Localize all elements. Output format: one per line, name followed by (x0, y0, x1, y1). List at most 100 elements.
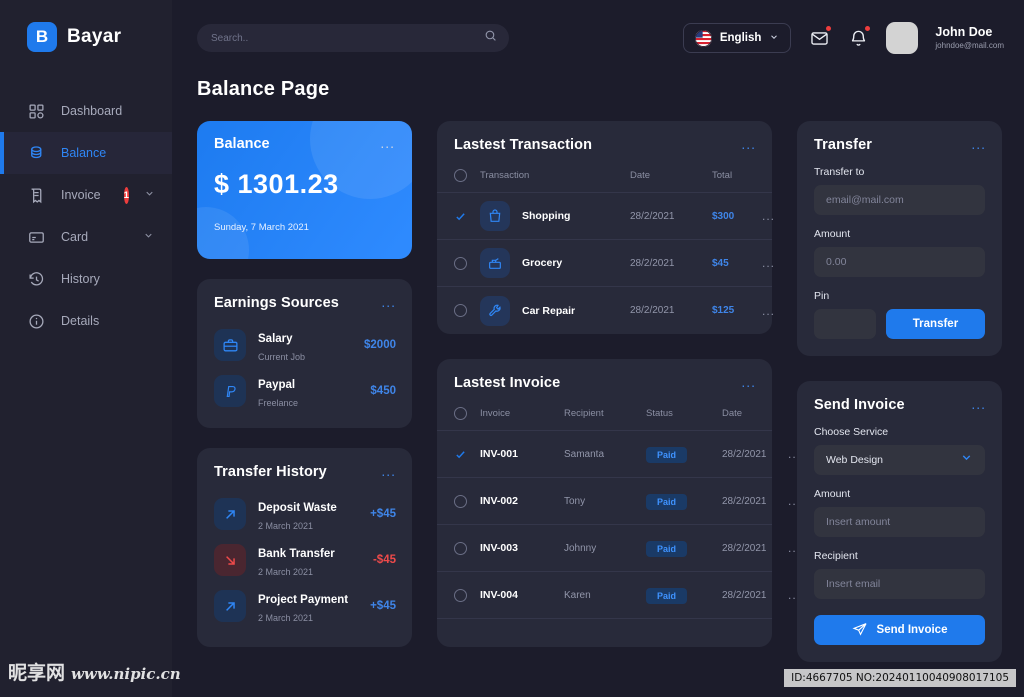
balance-card-title: Balance (214, 136, 270, 152)
balance-amount: $ 1301.23 (214, 169, 339, 199)
notifications-button[interactable] (847, 26, 871, 49)
transaction-name: Car Repair (522, 304, 576, 317)
left-column: Balance ... $ 1301.23 Sunday, 7 March 20… (197, 121, 412, 647)
transaction-date: 28/2/2021 (630, 257, 675, 269)
row-menu[interactable]: ... (762, 304, 775, 318)
row-checkbox[interactable] (454, 304, 467, 317)
transactions-table: Transaction Date Total Shopping 28/2/202… (437, 159, 775, 334)
row-checkbox[interactable] (454, 494, 467, 508)
transactions-title: Lastest Transaction (454, 137, 593, 153)
latest-invoice-card: Lastest Invoice ... Invoice Recipient St… (437, 359, 800, 647)
transaction-date: 28/2/2021 (630, 305, 675, 316)
transfer-item-amount: +$45 (370, 508, 396, 520)
sidebar-item-balance[interactable]: Balance (0, 132, 172, 174)
status-badge: Paid (646, 447, 688, 463)
transfer-item-date: 2 March 2021 (258, 566, 314, 577)
transfer-item-title: Deposit Waste (258, 502, 337, 515)
transfer-to-input[interactable] (814, 185, 985, 215)
row-menu[interactable]: ... (762, 256, 775, 270)
main-content: English (172, 0, 1024, 697)
invoice-recipient: Samanta (564, 448, 605, 460)
chevron-down-icon[interactable] (143, 230, 154, 244)
row-checkbox[interactable] (454, 448, 467, 461)
column-status: Status (646, 408, 673, 419)
arrow-down-right-icon (214, 544, 246, 576)
transfer-history-card: Transfer History ... Deposit Waste 2 Mar… (197, 448, 412, 647)
sidebar-item-card[interactable]: Card (0, 216, 172, 258)
sidebar-item-dashboard[interactable]: Dashboard (0, 90, 172, 132)
transfer-amount-input[interactable] (814, 247, 985, 277)
search-input[interactable] (211, 32, 484, 44)
send-invoice-menu[interactable]: ... (971, 397, 986, 411)
chevron-down-icon[interactable] (144, 188, 155, 202)
transfer-button[interactable]: Transfer (886, 309, 985, 339)
choose-service-select[interactable] (814, 445, 985, 475)
send-invoice-button-label: Send Invoice (876, 624, 948, 636)
transaction-total: $125 (712, 305, 735, 316)
column-date: Date (722, 408, 743, 419)
earnings-menu[interactable]: ... (381, 295, 396, 309)
transfer-menu[interactable]: ... (971, 137, 986, 151)
transfer-history-menu[interactable]: ... (381, 464, 396, 478)
right-column: Transfer ... Transfer to Amount Pin Tran… (797, 121, 1002, 662)
wrench-icon (480, 295, 510, 326)
transactions-menu[interactable]: ... (741, 137, 756, 151)
balance-card-menu[interactable]: ... (380, 136, 395, 150)
transfer-to-label: Transfer to (814, 166, 865, 178)
table-row[interactable]: INV-001 Samanta Paid 28/2/2021 ... (437, 431, 800, 478)
table-row[interactable]: INV-002 Tony Paid 28/2/2021 ... (437, 478, 800, 525)
list-item[interactable]: Salary Current Job $2000 (214, 322, 396, 368)
transfer-item-title: Project Payment (258, 594, 349, 607)
earnings-item-sub: Freelance (258, 397, 299, 408)
sidebar-nav: Dashboard Balance Invoice 1 Card History… (0, 90, 172, 342)
list-item[interactable]: Deposit Waste 2 March 2021 +$45 (214, 491, 396, 537)
middle-column: Lastest Transaction ... Transaction Date… (437, 121, 800, 647)
search-icon[interactable] (484, 29, 497, 47)
table-row[interactable]: Shopping 28/2/2021 $300 ... (437, 193, 775, 240)
row-checkbox[interactable] (454, 256, 467, 270)
row-menu[interactable]: ... (762, 209, 775, 223)
transaction-name: Shopping (522, 210, 571, 222)
status-badge: Paid (646, 541, 688, 557)
sidebar-item-invoice[interactable]: Invoice 1 (0, 174, 172, 216)
send-invoice-button[interactable]: Send Invoice (814, 615, 985, 645)
info-icon (27, 312, 46, 331)
user-info[interactable]: John Doe johndoe@mail.com (935, 24, 1004, 52)
brand-name: Bayar (67, 26, 122, 47)
table-row[interactable]: Grocery 28/2/2021 $45 ... (437, 240, 775, 287)
language-selector[interactable]: English (682, 23, 792, 53)
send-icon (851, 621, 868, 640)
invoices-menu[interactable]: ... (741, 375, 756, 389)
search-box[interactable] (197, 24, 509, 52)
sidebar-item-label: History (61, 272, 100, 286)
row-checkbox[interactable] (454, 541, 467, 555)
table-row[interactable]: INV-003 Johnny Paid 28/2/2021 ... (437, 525, 800, 572)
invoice-recipient-input[interactable] (814, 569, 985, 599)
row-checkbox[interactable] (454, 588, 467, 602)
avatar[interactable] (886, 22, 919, 54)
transfer-history-title: Transfer History (214, 464, 327, 480)
select-all-checkbox[interactable] (454, 407, 467, 420)
list-item[interactable]: Paypal Freelance $450 (214, 368, 396, 414)
select-all-checkbox[interactable] (454, 169, 467, 182)
sidebar-item-details[interactable]: Details (0, 300, 172, 342)
row-checkbox[interactable] (454, 210, 467, 223)
messages-button[interactable] (808, 26, 832, 49)
invoice-amount-label: Amount (814, 488, 851, 500)
sidebar-item-history[interactable]: History (0, 258, 172, 300)
transfer-item-title: Bank Transfer (258, 548, 335, 561)
invoice-amount-input[interactable] (814, 507, 985, 537)
balance-date: Sunday, 7 March 2021 (214, 222, 309, 233)
earnings-sources-card: Earnings Sources ... Salary Current Job … (197, 279, 412, 428)
list-item[interactable]: Project Payment 2 March 2021 +$45 (214, 583, 396, 629)
transfer-pin-input[interactable] (814, 309, 876, 339)
transfer-pin-label: Pin (814, 290, 830, 302)
list-item[interactable]: Bank Transfer 2 March 2021 -$45 (214, 537, 396, 583)
brand-logo: B (27, 22, 57, 52)
grocery-icon (480, 248, 510, 278)
table-row[interactable]: Car Repair 28/2/2021 $125 ... (437, 287, 775, 334)
brand[interactable]: B Bayar (0, 0, 172, 52)
invoice-date: 28/2/2021 (722, 542, 767, 554)
invoice-recipient-label: Recipient (814, 550, 858, 562)
table-row[interactable]: INV-004 Karen Paid 28/2/2021 ... (437, 572, 800, 619)
